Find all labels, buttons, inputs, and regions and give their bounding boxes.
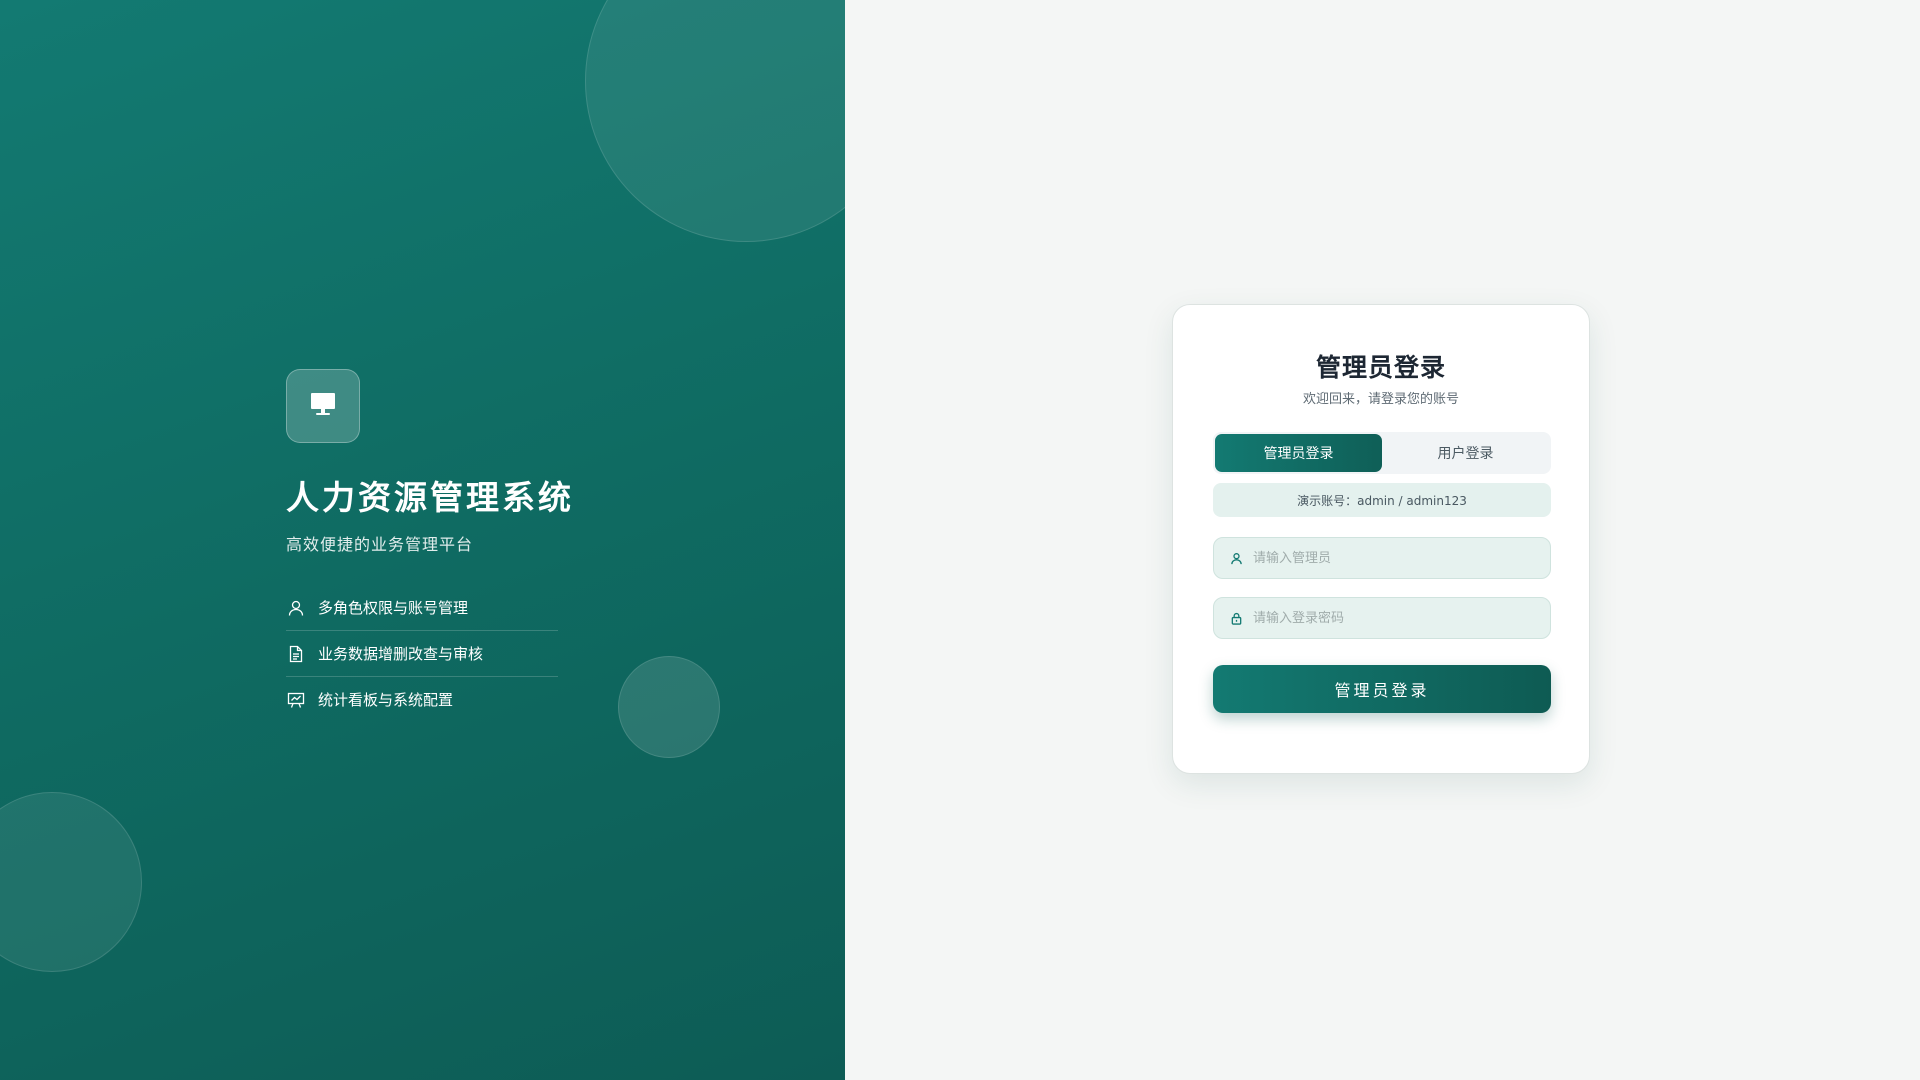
demo-account-hint: 演示账号：admin / admin123 [1213,483,1551,517]
decorative-circle [618,656,720,758]
login-panel: 管理员登录 欢迎回来，请登录您的账号 管理员登录 用户登录 演示账号：admin… [845,0,1920,1080]
feature-item: 业务数据增删改查与审核 [286,631,558,677]
brand-block: 人力资源管理系统 高效便捷的业务管理平台 多角色权限与账号管理 业务数据增删改查… [286,369,616,722]
login-submit-button[interactable]: 管理员登录 [1213,665,1551,713]
brand-panel: 人力资源管理系统 高效便捷的业务管理平台 多角色权限与账号管理 业务数据增删改查… [0,0,845,1080]
system-subtitle: 高效便捷的业务管理平台 [286,535,474,554]
password-field[interactable] [1213,597,1551,639]
tab-admin-login[interactable]: 管理员登录 [1215,434,1382,472]
login-page: 人力资源管理系统 高效便捷的业务管理平台 多角色权限与账号管理 业务数据增删改查… [0,0,1920,1080]
decorative-circle [585,0,845,242]
feature-item: 统计看板与系统配置 [286,677,558,722]
decorative-circle [0,792,142,972]
tab-user-login[interactable]: 用户登录 [1382,434,1549,472]
password-input[interactable] [1251,597,1550,639]
document-icon [286,644,306,664]
presentation-chart-icon [286,690,306,710]
user-icon [286,598,306,618]
feature-item: 多角色权限与账号管理 [286,585,558,631]
feature-label: 统计看板与系统配置 [318,691,454,709]
monitor-icon [309,390,337,422]
user-icon [1229,551,1243,565]
login-tabs: 管理员登录 用户登录 [1213,432,1551,474]
username-field[interactable] [1213,537,1551,579]
feature-label: 多角色权限与账号管理 [318,599,469,617]
lock-icon [1229,611,1243,625]
feature-list: 多角色权限与账号管理 业务数据增删改查与审核 统计看板与系统配置 [286,585,558,722]
logo [286,369,360,443]
username-input[interactable] [1251,537,1550,579]
system-title: 人力资源管理系统 [286,478,574,517]
feature-label: 业务数据增删改查与审核 [318,645,484,663]
login-subtitle: 欢迎回来，请登录您的账号 [1302,392,1459,407]
login-title: 管理员登录 [1315,353,1446,382]
login-card: 管理员登录 欢迎回来，请登录您的账号 管理员登录 用户登录 演示账号：admin… [1172,304,1590,774]
